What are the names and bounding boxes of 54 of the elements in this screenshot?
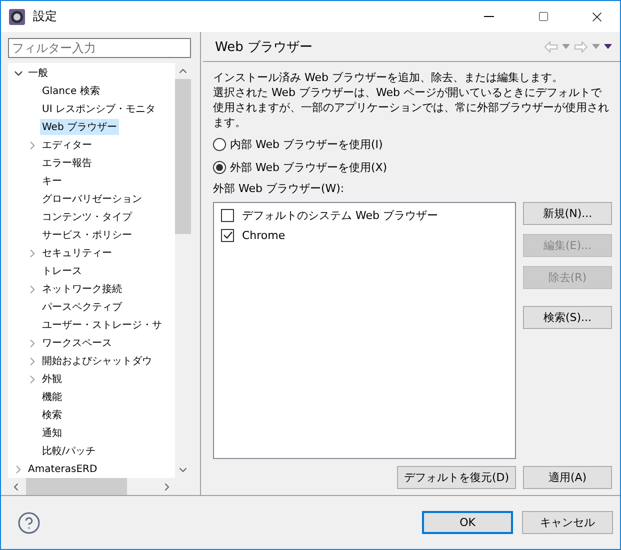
dropdown-icon[interactable] bbox=[592, 44, 600, 49]
radio-icon[interactable] bbox=[213, 161, 226, 174]
tree-item[interactable]: エディター bbox=[40, 137, 94, 153]
app-icon bbox=[9, 8, 25, 24]
tree-item[interactable]: 検索 bbox=[40, 407, 64, 423]
back-arrow-icon[interactable] bbox=[544, 40, 558, 52]
dialog-button[interactable]: OK bbox=[422, 511, 513, 534]
browser-item[interactable]: Chrome bbox=[221, 225, 508, 245]
menu-icon[interactable] bbox=[604, 44, 612, 49]
minimize-icon bbox=[484, 16, 494, 17]
tree-item[interactable]: コンテンツ・タイプ bbox=[40, 209, 134, 225]
scroll-thumb[interactable] bbox=[26, 478, 127, 495]
dialog-button[interactable]: キャンセル bbox=[522, 511, 613, 534]
tree-item[interactable]: AmaterasERD bbox=[26, 462, 100, 476]
tree-item[interactable]: UI レスポンシブ・モニタ bbox=[40, 101, 158, 117]
radio-option[interactable]: 内部 Web ブラウザーを使用(I) bbox=[213, 133, 612, 156]
tree-item[interactable]: ユーザー・ストレージ・サ bbox=[40, 317, 164, 333]
tree-item[interactable]: Glance 検索 bbox=[40, 83, 102, 99]
side-button[interactable]: 検索(S)... bbox=[523, 306, 612, 329]
tree-item[interactable]: 機能 bbox=[40, 389, 64, 405]
footer-button[interactable]: 適用(A) bbox=[523, 466, 612, 489]
tree-item[interactable]: 一般 bbox=[26, 65, 50, 81]
tree-item[interactable]: トレース bbox=[40, 263, 84, 279]
filter-field[interactable]: フィルター入力 bbox=[8, 38, 191, 58]
tree-item[interactable]: ネットワーク接続 bbox=[40, 281, 124, 297]
page-title: Web ブラウザー bbox=[215, 38, 314, 56]
tree-item[interactable]: キー bbox=[40, 173, 64, 189]
checkbox[interactable] bbox=[221, 228, 234, 242]
browser-item[interactable]: デフォルトのシステム Web ブラウザー bbox=[221, 205, 508, 225]
tree-item[interactable]: セキュリティー bbox=[40, 245, 114, 261]
side-button[interactable]: 新規(N)... bbox=[523, 202, 612, 225]
forward-arrow-icon[interactable] bbox=[574, 40, 588, 52]
scroll-thumb[interactable] bbox=[175, 79, 191, 234]
checkbox[interactable] bbox=[221, 208, 234, 222]
tree-item[interactable]: 比較/パッチ bbox=[40, 443, 98, 459]
tree-item[interactable]: 開始およびシャットダウ bbox=[40, 353, 154, 369]
tree-item[interactable]: グローバリゼーション bbox=[40, 191, 144, 207]
tree-item[interactable]: サービス・ポリシー bbox=[40, 227, 134, 243]
tree-item[interactable]: 通知 bbox=[40, 425, 64, 441]
window-title: 設定 bbox=[33, 8, 58, 25]
tree-item[interactable]: パースペクティブ bbox=[40, 299, 124, 315]
description-text: インストール済み Web ブラウザーを追加、除去、または編集します。 bbox=[213, 70, 564, 85]
dropdown-icon[interactable] bbox=[562, 44, 570, 49]
tree-item[interactable]: ワークスペース bbox=[40, 335, 114, 351]
help-icon[interactable] bbox=[17, 510, 41, 534]
tree-item[interactable]: 外観 bbox=[40, 371, 64, 387]
radio-icon[interactable] bbox=[213, 138, 226, 151]
tree-item[interactable]: Web ブラウザー bbox=[40, 119, 119, 135]
list-label: 外部 Web ブラウザー(W): bbox=[213, 181, 346, 197]
description-text: 選択された Web ブラウザーは、Web ページが開いているときにデフォルトで使用されますが、一部のアプリケーションでは、常に外部ブラウザーが使用されます。 bbox=[213, 85, 610, 130]
footer-button[interactable]: デフォルトを復元(D) bbox=[396, 466, 516, 489]
tree-item[interactable]: エラー報告 bbox=[40, 155, 94, 171]
maximize-icon bbox=[538, 11, 548, 22]
radio-option[interactable]: 外部 Web ブラウザーを使用(X) bbox=[213, 156, 612, 179]
